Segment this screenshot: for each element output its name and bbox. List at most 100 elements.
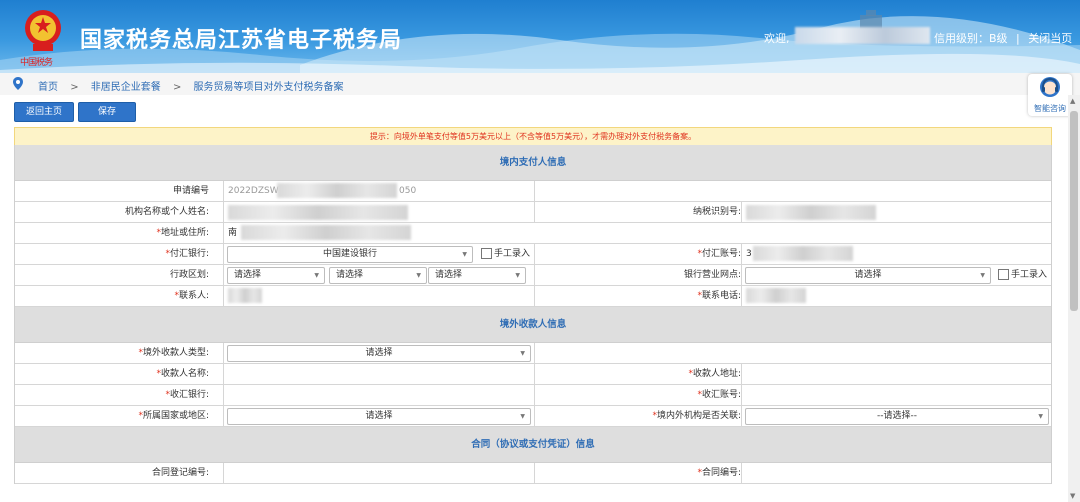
- row-payment-bank: *付汇银行: 中国建设银行 ▼ 手工录入 *付汇账号: 3: [15, 244, 1051, 265]
- application-no-label: 申请编号: [172, 186, 209, 196]
- breadcrumb-current[interactable]: 服务贸易等项目对外支付税务备案: [194, 82, 344, 93]
- return-home-button[interactable]: 返回主页: [14, 102, 74, 122]
- breadcrumb-arrow: >: [172, 82, 182, 93]
- manual-entry-checkbox-branch[interactable]: [998, 269, 1009, 280]
- chevron-down-icon: ▼: [416, 272, 421, 279]
- chevron-down-icon: ▼: [515, 272, 520, 279]
- chevron-down-icon: ▼: [520, 350, 525, 357]
- row-payee-type: *境外收款人类型: 请选择 ▼: [15, 343, 1051, 364]
- separator: |: [1016, 32, 1020, 45]
- district-value: 请选择: [435, 270, 463, 280]
- row-org-name: 机构名称或个人姓名: 纳税识别号:: [15, 202, 1051, 223]
- smart-consult-button[interactable]: 智能咨询: [1028, 74, 1072, 116]
- payment-bank-value: 中国建设银行: [322, 249, 377, 259]
- breadcrumb-arrow: >: [70, 82, 79, 93]
- payee-address-label: *收款人地址:: [688, 369, 741, 379]
- payment-bank-select[interactable]: 中国建设银行 ▼: [227, 246, 473, 263]
- chevron-down-icon: ▼: [520, 413, 525, 420]
- contact-label: *联系人:: [174, 291, 209, 301]
- tax-id-label: 纳税识别号:: [692, 207, 741, 217]
- bank-branch-select[interactable]: 请选择 ▼: [745, 267, 991, 284]
- city-select[interactable]: 请选择 ▼: [329, 267, 427, 284]
- brand-text: 中国税务: [20, 58, 53, 68]
- payment-account-prefix: 3: [746, 249, 752, 259]
- section-overseas-payee: 境外收款人信息: [15, 307, 1051, 343]
- row-receiving-bank: *收汇银行: *收汇账号:: [15, 385, 1051, 406]
- chevron-down-icon: ▼: [462, 251, 467, 258]
- smart-consult-label: 智能咨询: [1034, 104, 1066, 113]
- payee-type-label: *境外收款人类型:: [138, 348, 209, 358]
- country-label: *所属国家或地区:: [138, 411, 209, 421]
- country-value: 请选择: [365, 411, 393, 421]
- row-contract-no: 合同登记编号: *合同编号:: [15, 463, 1051, 484]
- phone-redacted: [746, 288, 806, 303]
- related-label: *境内外机构是否关联:: [652, 411, 741, 421]
- address-label: *地址或住所:: [156, 228, 209, 238]
- location-pin-icon: [13, 77, 23, 90]
- breadcrumb-home[interactable]: 首页: [38, 82, 58, 93]
- related-select[interactable]: --请选择-- ▼: [745, 408, 1049, 425]
- notice-banner: 提示：向境外单笔支付等值5万美元以上（不含等值5万美元），才需办理对外支付税务备…: [14, 127, 1052, 146]
- chevron-down-icon: ▼: [1038, 413, 1043, 420]
- application-no-suffix: 050: [399, 186, 417, 196]
- welcome-text: 欢迎,: [764, 32, 790, 45]
- contract-reg-no-label: 合同登记编号:: [151, 468, 209, 478]
- chevron-down-icon: ▼: [980, 272, 985, 279]
- scroll-up-icon[interactable]: ▲: [1070, 97, 1075, 105]
- section-contract: 合同（协议或支付凭证）信息: [15, 427, 1051, 463]
- payee-type-value: 请选择: [365, 348, 393, 358]
- contact-redacted: [228, 288, 262, 303]
- save-button[interactable]: 保存: [78, 102, 136, 122]
- scroll-thumb[interactable]: [1070, 111, 1078, 311]
- contract-no-label: *合同编号:: [697, 468, 741, 478]
- row-application-no: 申请编号 2022DZSW 050: [15, 181, 1051, 202]
- address-prefix: 南: [228, 228, 238, 238]
- row-address: *地址或住所: 南: [15, 223, 1051, 244]
- related-value: --请选择--: [877, 411, 917, 421]
- vertical-scrollbar[interactable]: ▲ ▼: [1068, 95, 1080, 502]
- row-contact: *联系人: *联系电话:: [15, 286, 1051, 307]
- user-name-redacted: [795, 27, 930, 44]
- section-domestic-payer: 境内支付人信息: [15, 145, 1051, 181]
- manual-entry-checkbox-bank[interactable]: [481, 248, 492, 259]
- breadcrumb: 首页 > 非居民企业套餐 > 服务贸易等项目对外支付税务备案: [38, 78, 344, 93]
- region-label: 行政区划:: [169, 270, 209, 280]
- tax-emblem-icon: [25, 10, 61, 51]
- org-name-label: 机构名称或个人姓名:: [124, 207, 209, 217]
- breadcrumb-bar: 首页 > 非居民企业套餐 > 服务贸易等项目对外支付税务备案: [0, 73, 1080, 95]
- credit-level: 信用级别：B级: [934, 32, 1008, 45]
- country-select[interactable]: 请选择 ▼: [227, 408, 531, 425]
- customer-service-icon: [1040, 77, 1060, 97]
- close-page-link[interactable]: 关闭当页: [1028, 32, 1072, 45]
- scroll-down-icon[interactable]: ▼: [1070, 492, 1075, 500]
- manual-entry-label: 手工录入: [1011, 270, 1048, 280]
- credit-area: 信用级别：B级 | 关闭当页: [934, 30, 1072, 46]
- filing-form: 境内支付人信息 申请编号 2022DZSW 050 机构名称或个人姓名: 纳税识…: [14, 145, 1052, 484]
- bank-branch-label: 银行营业网点:: [683, 270, 741, 280]
- payee-type-select[interactable]: 请选择 ▼: [227, 345, 531, 362]
- phone-label: *联系电话:: [697, 291, 741, 301]
- row-country: *所属国家或地区: 请选择 ▼ *境内外机构是否关联: --请选择-- ▼: [15, 406, 1051, 427]
- receiving-bank-label: *收汇银行:: [165, 390, 209, 400]
- breadcrumb-nonresident[interactable]: 非居民企业套餐: [91, 82, 161, 93]
- address-redacted: [241, 225, 411, 240]
- city-value: 请选择: [336, 270, 364, 280]
- application-no-prefix: 2022DZSW: [228, 186, 279, 196]
- chevron-down-icon: ▼: [314, 272, 319, 279]
- payment-bank-label: *付汇银行:: [165, 249, 209, 259]
- payee-name-label: *收款人名称:: [156, 369, 209, 379]
- province-select[interactable]: 请选择 ▼: [227, 267, 325, 284]
- district-select[interactable]: 请选择 ▼: [428, 267, 526, 284]
- site-title: 国家税务总局江苏省电子税务局: [80, 28, 403, 53]
- row-region: 行政区划: 请选择 ▼ 请选择 ▼ 请选择 ▼ 银行营业网点: 请选择 ▼ 手工…: [15, 265, 1051, 286]
- province-value: 请选择: [234, 270, 262, 280]
- site-header: 中国税务 国家税务总局江苏省电子税务局 欢迎, 信用级别：B级 | 关闭当页: [0, 0, 1080, 73]
- row-payee-name: *收款人名称: *收款人地址:: [15, 364, 1051, 385]
- payment-account-redacted: [753, 246, 853, 261]
- tax-id-redacted: [746, 205, 876, 220]
- payment-account-label: *付汇账号:: [697, 249, 741, 259]
- receiving-account-label: *收汇账号:: [697, 390, 741, 400]
- bank-branch-value: 请选择: [854, 270, 882, 280]
- manual-entry-label: 手工录入: [494, 249, 531, 259]
- application-no-redacted: [277, 183, 397, 198]
